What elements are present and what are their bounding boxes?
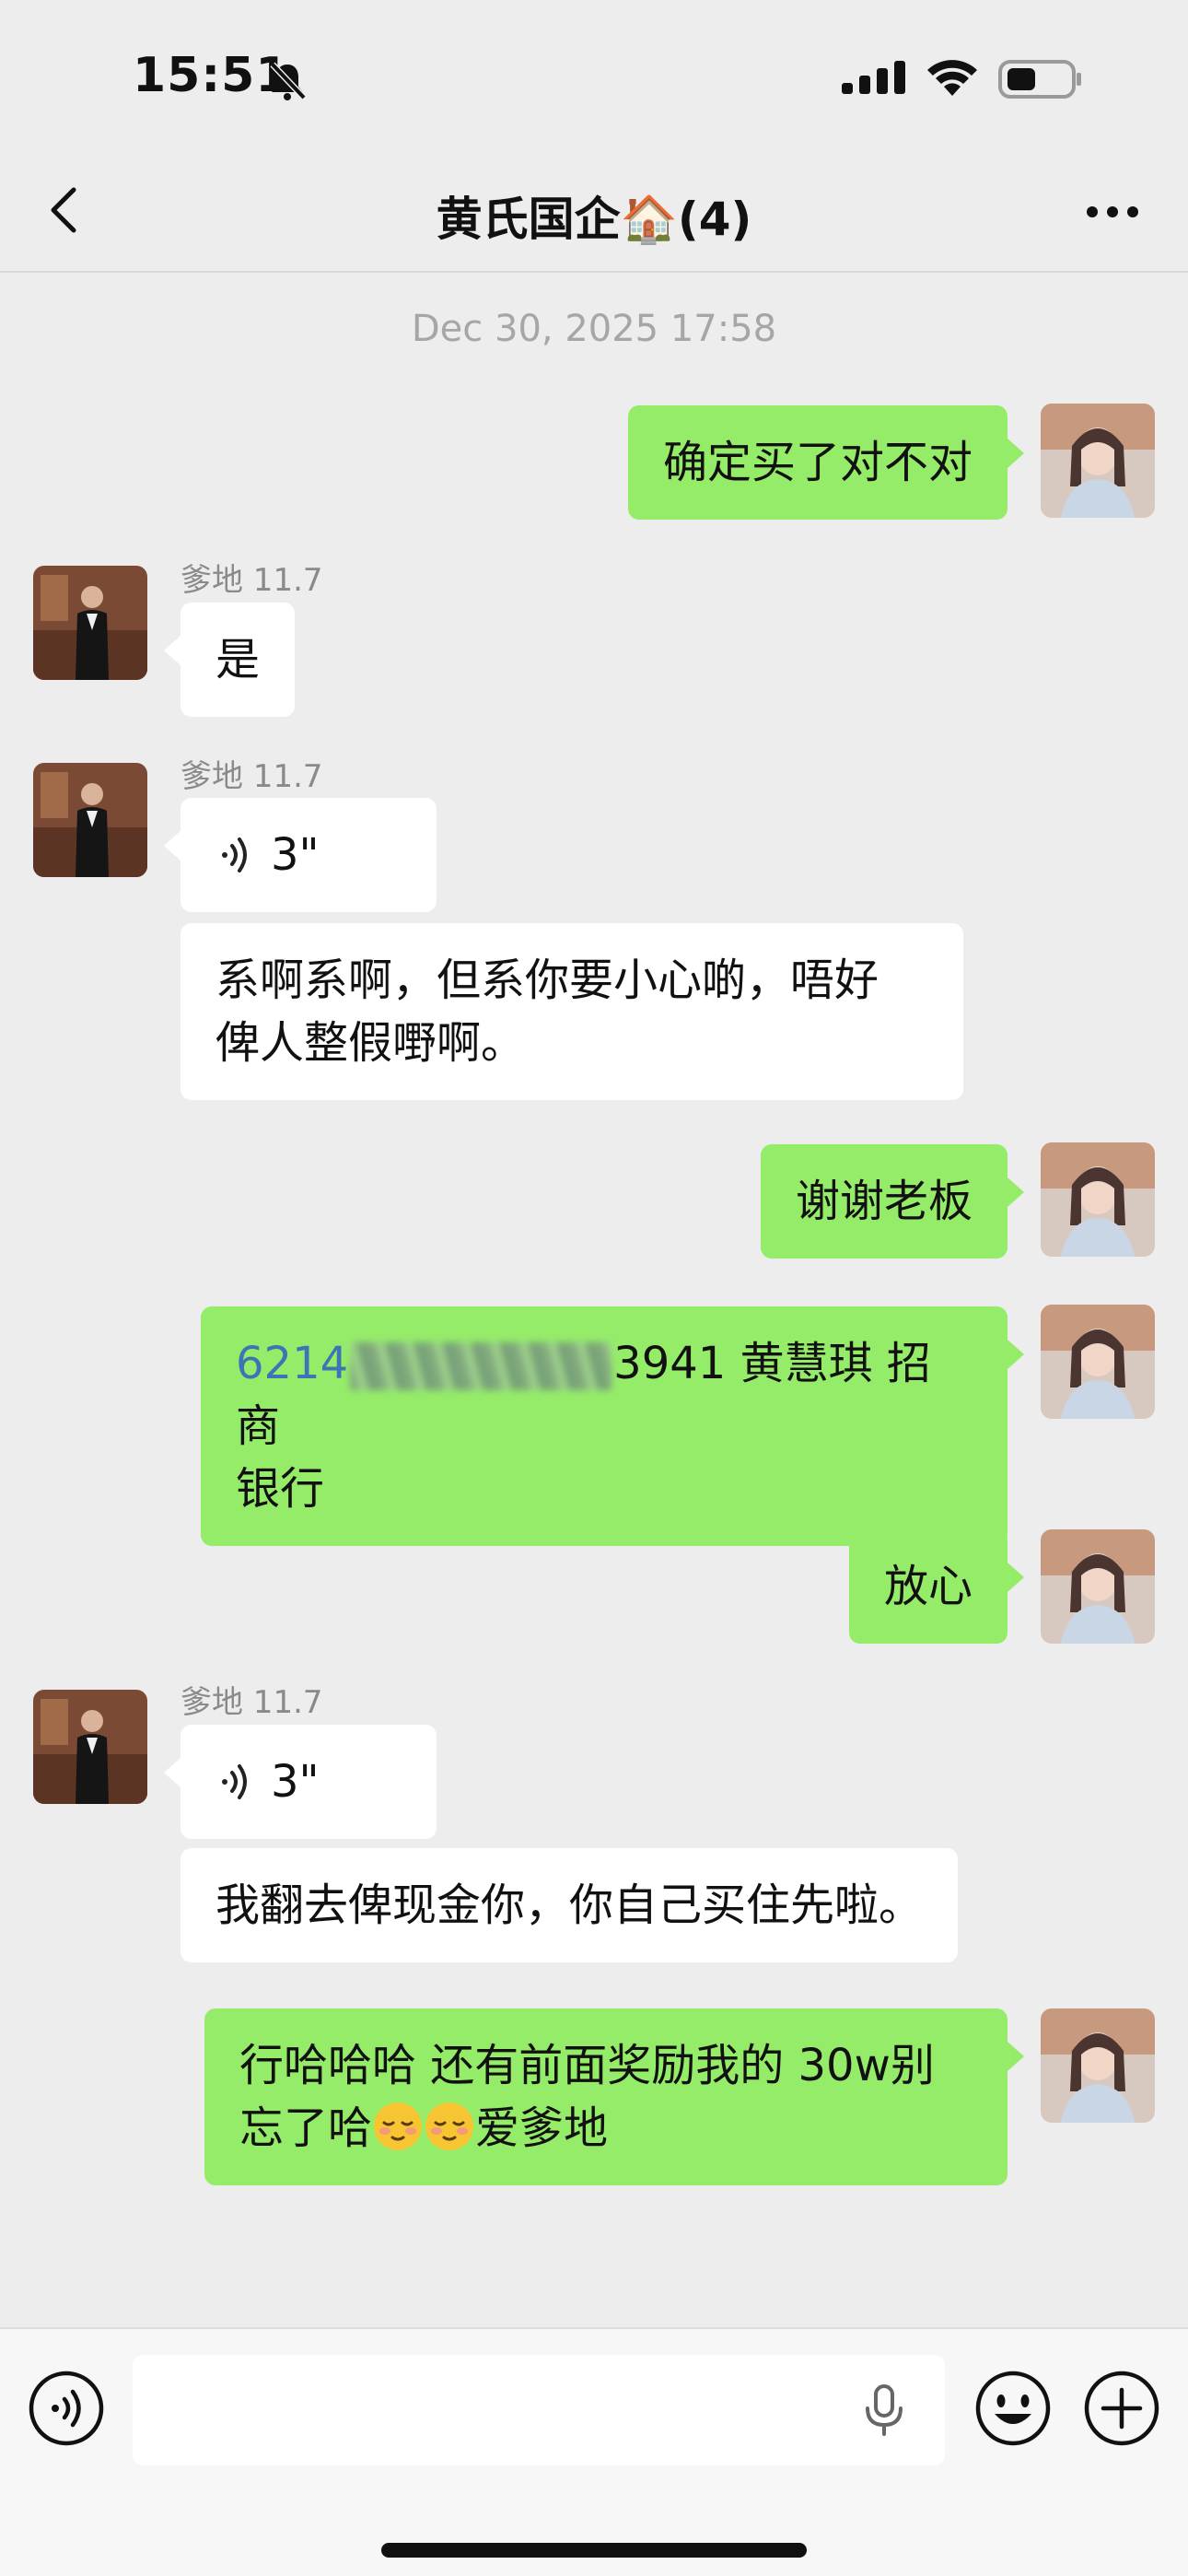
avatar-sender-image [33,566,147,680]
card-number-prefix[interactable]: 6214 [236,1338,348,1389]
input-bar [0,2327,1188,2576]
message-text: 爱爹地 [475,2102,609,2154]
sender-name: 爹地 11.7 [181,562,323,599]
chat-header: 黄氏国企🏠(4) [0,147,1188,273]
avatar-self[interactable] [1041,404,1155,518]
avatar-self-image [1041,2008,1155,2123]
message-text-line: 行哈哈哈 还有前面奖励我的 30w别 [239,2040,935,2091]
sender-name: 爹地 11.7 [181,758,323,795]
plus-icon[interactable] [1081,2368,1162,2449]
smiley-icon[interactable] [973,2368,1054,2449]
message-text: 我翻去俾现金你，你自己买住先啦。 [215,1879,924,1931]
relieved-face-icon [374,2102,423,2150]
message-input[interactable] [133,2355,945,2465]
message-bubble-incoming[interactable]: 我翻去俾现金你，你自己买住先啦。 [181,1848,959,1962]
message-bubble-outgoing[interactable]: 6214 3941 黄慧琪 招商 银行 [201,1306,1024,1546]
avatar-self[interactable] [1041,1529,1155,1644]
message-text-line: 6214 3941 黄慧琪 招商 [236,1332,973,1458]
voice-toggle-icon[interactable] [26,2368,107,2449]
voice-wave-icon [222,837,247,872]
microphone-icon[interactable] [862,2384,906,2438]
avatar-self-image [1041,1142,1155,1257]
message-text-line: 俾人整假嘢啊。 [215,1017,526,1069]
voice-duration: 3" [271,1756,320,1808]
message-bubble-outgoing[interactable]: 行哈哈哈 还有前面奖励我的 30w别 忘了哈 爱爹地 [204,2008,1024,2185]
message-bubble-outgoing[interactable]: 放心 [848,1529,1025,1644]
avatar-sender[interactable] [33,1690,147,1804]
avatar-sender-image [33,763,147,877]
voice-message-bubble[interactable]: 3" [164,1725,437,1839]
avatar-sender[interactable] [33,566,147,680]
redaction-blur [350,1342,612,1390]
message-text-line: 银行 [236,1463,325,1515]
message-timestamp: Dec 30, 2025 17:58 [411,308,777,350]
message-bubble-outgoing[interactable]: 确定买了对不对 [627,405,1025,520]
status-bar: 15:51 [0,0,1188,147]
message-text: 确定买了对不对 [662,437,973,488]
voice-wave-icon [222,1764,247,1799]
signal-icon [842,61,905,94]
card-number-suffix: 3941 [613,1338,727,1389]
message-text: 谢谢老板 [795,1176,973,1227]
avatar-sender-image [33,1690,147,1804]
avatar-self-image [1041,1305,1155,1419]
wifi-icon [927,60,977,96]
more-options-button[interactable] [1076,184,1149,240]
avatar-self[interactable] [1041,1142,1155,1257]
home-indicator[interactable] [381,2543,807,2558]
message-text-line: 忘了哈 爱爹地 [239,2097,973,2160]
avatar-self-image [1041,1529,1155,1644]
message-text: 忘了哈 [239,2102,373,2154]
message-text: 放心 [883,1561,973,1612]
message-text: 是 [215,634,261,685]
chat-title: 黄氏国企🏠(4) [436,193,752,246]
avatar-self[interactable] [1041,1305,1155,1419]
relieved-face-icon [425,2102,474,2150]
message-bubble-incoming[interactable]: 系啊系啊，但系你要小心啲，唔好 俾人整假嘢啊。 [181,923,963,1100]
message-bubble-outgoing[interactable]: 谢谢老板 [760,1144,1025,1259]
avatar-sender[interactable] [33,763,147,877]
message-text-line: 系啊系啊，但系你要小心啲，唔好 [215,954,879,1006]
bell-off-icon [270,62,307,100]
battery-icon [998,60,1081,99]
voice-message-bubble[interactable]: 3" [164,798,437,912]
voice-duration: 3" [271,829,320,881]
sender-name: 爹地 11.7 [181,1684,323,1721]
status-time: 15:51 [133,48,290,103]
message-bubble-incoming[interactable]: 是 [163,603,296,717]
avatar-self-image [1041,404,1155,518]
avatar-self[interactable] [1041,2008,1155,2123]
